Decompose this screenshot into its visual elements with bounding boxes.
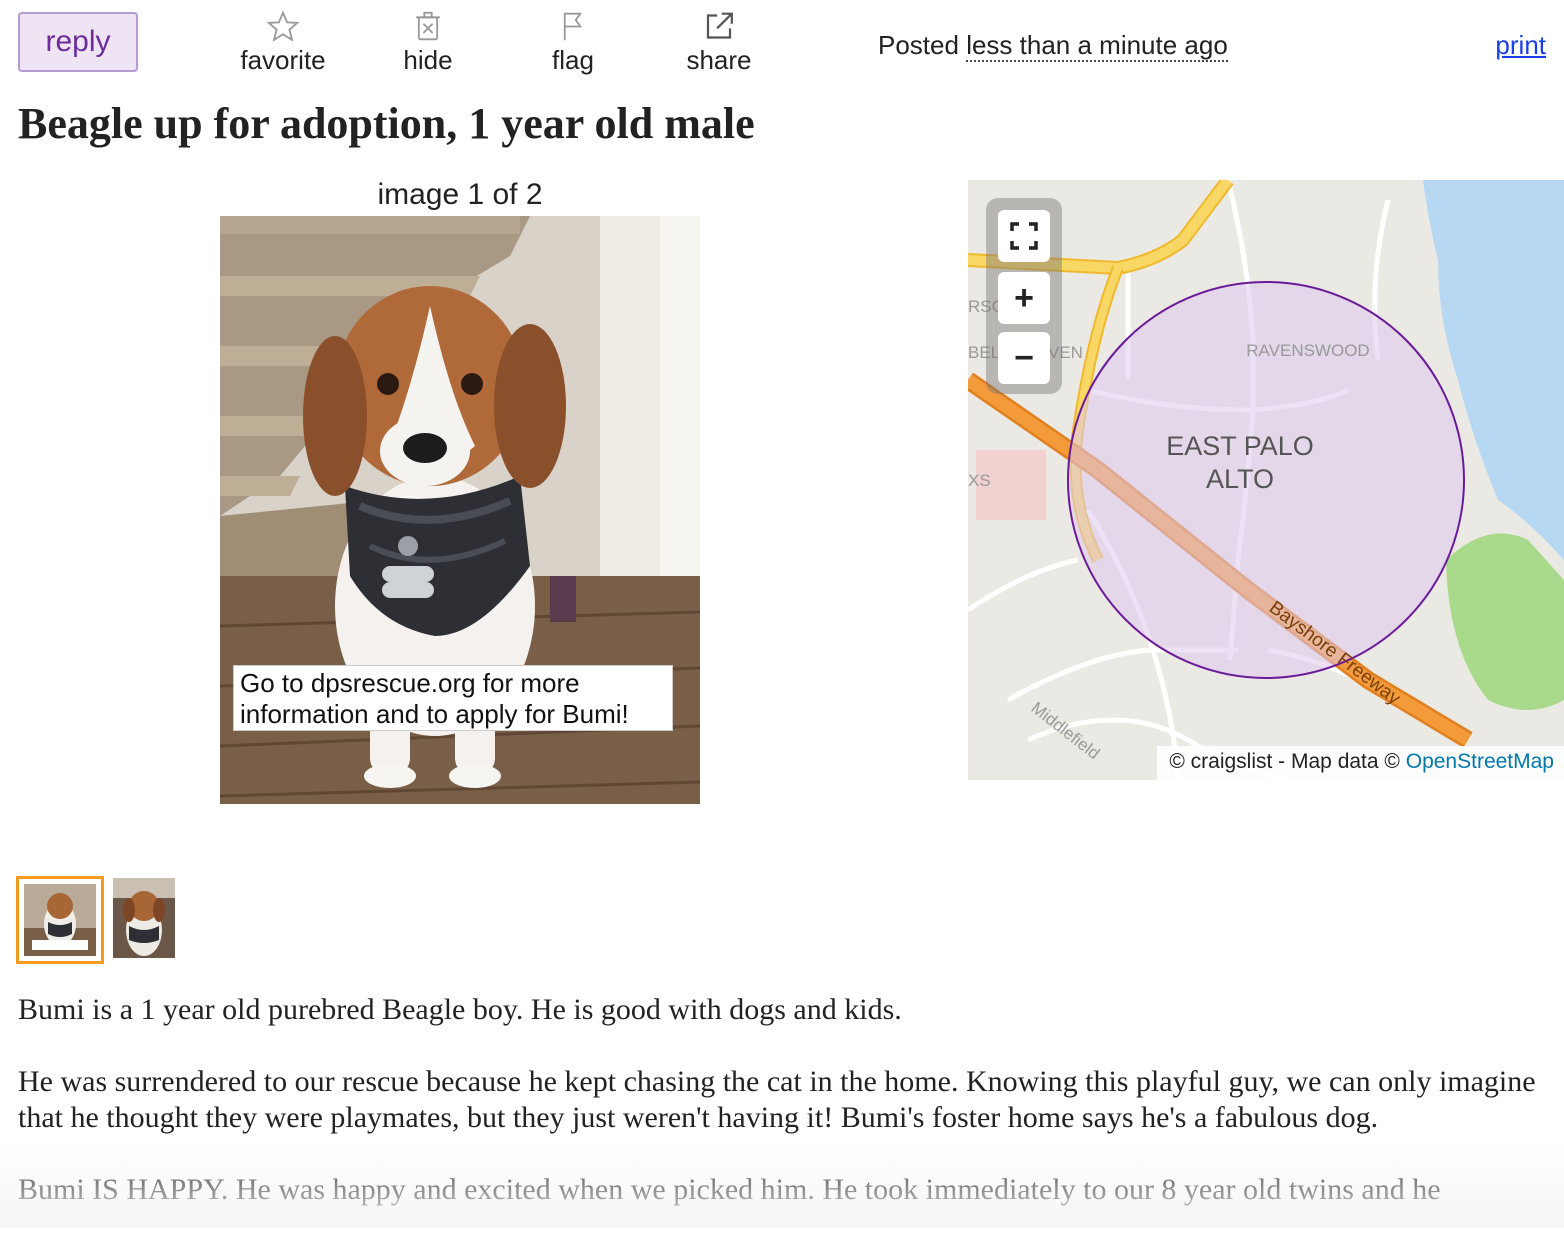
photo-caption: Go to dpsrescue.org for more information… bbox=[233, 665, 673, 731]
thumbnail-image-1 bbox=[24, 884, 96, 956]
body-paragraph-3: Bumi IS HAPPY. He was happy and excited … bbox=[18, 1173, 1441, 1206]
flag-label: flag bbox=[552, 45, 594, 75]
share-button[interactable]: share bbox=[664, 10, 774, 76]
posted-timestamp: Posted less than a minute ago bbox=[878, 30, 1228, 62]
map-city-line2: ALTO bbox=[1206, 464, 1274, 494]
map-label-ravenswood: RAVENSWOOD bbox=[1246, 341, 1369, 360]
posted-time: less than a minute ago bbox=[966, 30, 1228, 62]
flag-icon bbox=[563, 12, 583, 41]
thumbnail-2[interactable] bbox=[113, 878, 175, 958]
posted-prefix: Posted bbox=[878, 30, 959, 60]
favorite-label: favorite bbox=[240, 45, 326, 75]
share-icon bbox=[706, 12, 733, 39]
zoom-out-button[interactable]: − bbox=[998, 332, 1050, 384]
map-city-line1: EAST PALO bbox=[1166, 431, 1314, 461]
posting-title: Beagle up for adoption, 1 year old male bbox=[18, 99, 755, 148]
map-attribution: © craigslist - Map data © OpenStreetMap bbox=[1157, 746, 1564, 780]
image-counter: image 1 of 2 bbox=[377, 178, 543, 211]
fullscreen-button[interactable] bbox=[998, 210, 1050, 262]
hide-label: hide bbox=[403, 45, 453, 75]
thumbnail-image-2 bbox=[113, 878, 175, 958]
map-attribution-text: © craigslist - Map data © bbox=[1169, 750, 1400, 773]
map-controls: + − bbox=[986, 198, 1062, 394]
posting-body: Bumi is a 1 year old purebred Beagle boy… bbox=[18, 992, 1546, 1244]
map-label-fragment-xs: XS bbox=[968, 471, 991, 490]
trash-icon bbox=[416, 11, 440, 41]
print-link[interactable]: print bbox=[1495, 30, 1546, 61]
star-icon bbox=[266, 10, 300, 42]
openstreetmap-link[interactable]: OpenStreetMap bbox=[1406, 750, 1554, 773]
thumbnail-1[interactable] bbox=[16, 876, 104, 964]
reply-button[interactable]: reply bbox=[18, 12, 138, 72]
zoom-in-button[interactable]: + bbox=[998, 272, 1050, 324]
fullscreen-icon bbox=[1010, 222, 1038, 250]
body-paragraph-1: Bumi is a 1 year old purebred Beagle boy… bbox=[18, 993, 902, 1026]
map[interactable]: EAST PALO ALTO RAVENSWOOD BELLE HAVEN RS… bbox=[968, 180, 1564, 780]
hide-button[interactable]: hide bbox=[373, 10, 483, 76]
main-photo[interactable]: Go to dpsrescue.org for more information… bbox=[220, 216, 700, 804]
favorite-button[interactable]: favorite bbox=[228, 10, 338, 76]
share-label: share bbox=[686, 45, 752, 75]
flag-button[interactable]: flag bbox=[518, 10, 628, 76]
body-paragraph-2: He was surrendered to our rescue because… bbox=[18, 1065, 1536, 1134]
